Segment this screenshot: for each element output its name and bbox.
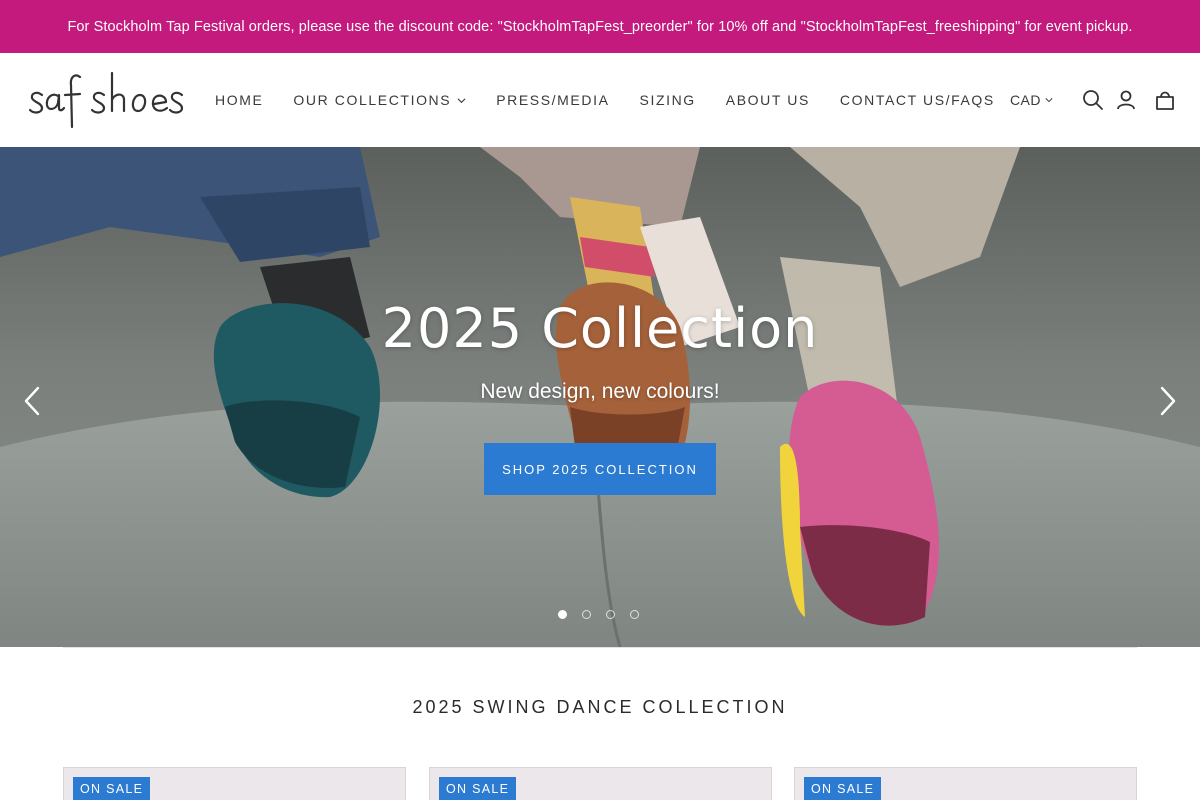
chevron-down-icon bbox=[1045, 98, 1053, 103]
cart-icon[interactable] bbox=[1154, 89, 1176, 111]
slide-dot[interactable] bbox=[582, 610, 591, 619]
site-header: HOME OUR COLLECTIONS PRESS/MEDIA SIZING … bbox=[0, 53, 1200, 147]
nav-item-press-media[interactable]: PRESS/MEDIA bbox=[496, 92, 609, 108]
nav-label: HOME bbox=[215, 92, 264, 108]
currency-label: CAD bbox=[1009, 92, 1041, 108]
nav-label: SIZING bbox=[639, 92, 696, 108]
header-actions: CAD bbox=[1010, 53, 1176, 147]
section-title: 2025 SWING DANCE COLLECTION bbox=[412, 697, 788, 717]
search-icon[interactable] bbox=[1082, 89, 1104, 111]
nav-label: PRESS/MEDIA bbox=[496, 92, 610, 108]
sale-badge: ON SALE bbox=[73, 777, 151, 800]
nav-label: CONTACT US/FAQS bbox=[839, 92, 995, 108]
slide-pagination bbox=[558, 610, 654, 619]
nav-item-contact-faqs[interactable]: CONTACT US/FAQS bbox=[840, 92, 995, 108]
nav-item-about-us[interactable]: ABOUT US bbox=[726, 92, 810, 108]
hero-slideshow: 2025 Collection New design, new colours!… bbox=[0, 147, 1200, 647]
slide-dot[interactable] bbox=[606, 610, 615, 619]
slide-dot[interactable] bbox=[630, 610, 639, 619]
nav-item-sizing[interactable]: SIZING bbox=[640, 92, 696, 108]
shop-collection-button[interactable]: SHOP 2025 COLLECTION bbox=[484, 443, 716, 495]
announcement-text: For Stockholm Tap Festival orders, pleas… bbox=[67, 18, 1133, 35]
chevron-down-icon bbox=[457, 97, 466, 103]
nav-item-our-collections[interactable]: OUR COLLECTIONS bbox=[293, 92, 466, 108]
main-nav: HOME OUR COLLECTIONS PRESS/MEDIA SIZING … bbox=[215, 53, 1025, 147]
sale-badge: ON SALE bbox=[804, 777, 882, 800]
product-card[interactable]: ON SALE bbox=[794, 767, 1137, 800]
announcement-bar: For Stockholm Tap Festival orders, pleas… bbox=[0, 0, 1200, 53]
nav-label: OUR COLLECTIONS bbox=[293, 92, 452, 108]
section-divider bbox=[63, 647, 1137, 648]
nav-label: ABOUT US bbox=[725, 92, 810, 108]
product-card[interactable]: ON SALE bbox=[63, 767, 406, 800]
account-icon[interactable] bbox=[1115, 89, 1137, 111]
sale-badge: ON SALE bbox=[439, 777, 517, 800]
previous-slide-icon[interactable] bbox=[22, 385, 42, 417]
product-card[interactable]: ON SALE bbox=[429, 767, 772, 800]
saf-shoes-logo[interactable] bbox=[28, 67, 184, 133]
hero-subtitle: New design, new colours! bbox=[480, 380, 720, 403]
hero-title: 2025 Collection bbox=[381, 297, 819, 360]
slide-dot[interactable] bbox=[558, 610, 567, 619]
next-slide-icon[interactable] bbox=[1158, 385, 1178, 417]
currency-selector[interactable]: CAD bbox=[1010, 92, 1053, 108]
nav-item-home[interactable]: HOME bbox=[215, 92, 263, 108]
